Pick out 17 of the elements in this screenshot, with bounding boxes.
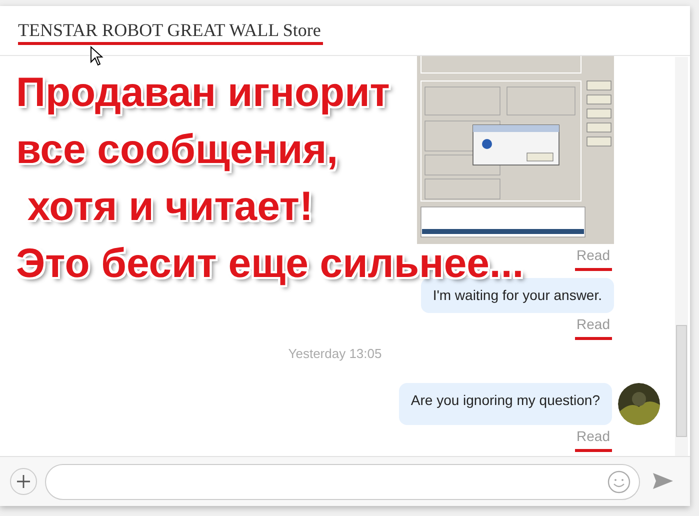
message-bubble: I'm waiting for your answer. <box>420 278 614 312</box>
annotation-text: хотя и читает! <box>26 186 314 226</box>
message-input[interactable] <box>45 464 640 500</box>
plus-icon <box>16 474 31 489</box>
timestamp: Yesterday 13:05 <box>287 344 383 363</box>
emoji-icon[interactable] <box>607 470 631 494</box>
read-status: Read <box>574 244 612 270</box>
scrollbar[interactable] <box>675 57 688 456</box>
annotation-text: Продаван игнорит <box>16 72 390 112</box>
message-bubble: Are you ignoring my question? <box>398 383 612 425</box>
mouse-pointer-icon <box>90 46 104 66</box>
add-button[interactable] <box>10 468 37 495</box>
read-status: Read <box>574 426 612 452</box>
avatar <box>618 383 660 425</box>
read-status: Read <box>574 314 612 340</box>
annotation-text: все сообщения, <box>16 129 338 169</box>
store-title: TENSTAR ROBOT GREAT WALL Store <box>18 20 323 45</box>
